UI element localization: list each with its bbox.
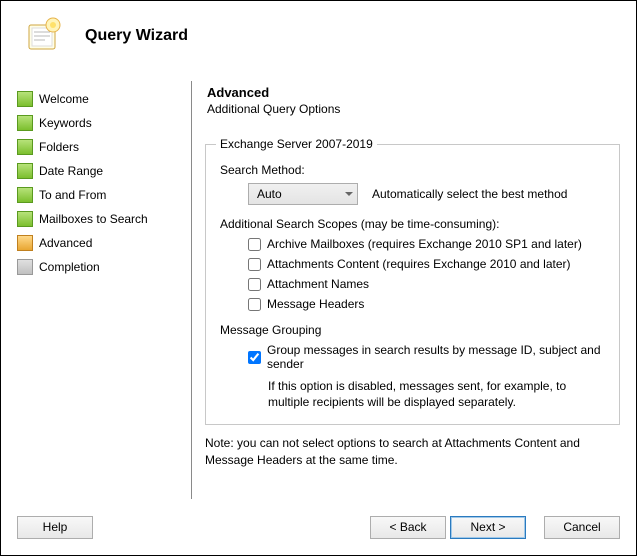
scope-message-headers[interactable]: Message Headers: [248, 297, 605, 311]
step-done-icon: [17, 115, 33, 131]
sidebar: Welcome Keywords Folders Date Range To a…: [1, 81, 189, 499]
footnote: Note: you can not select options to sear…: [205, 435, 620, 469]
sidebar-item-label: Welcome: [39, 92, 89, 106]
step-current-icon: [17, 235, 33, 251]
scope-archive-mailboxes[interactable]: Archive Mailboxes (requires Exchange 201…: [248, 237, 605, 251]
sidebar-item-label: To and From: [39, 188, 106, 202]
search-method-hint: Automatically select the best method: [372, 187, 567, 201]
exchange-group-box: Exchange Server 2007-2019 Search Method:…: [205, 144, 620, 425]
scope-label: Attachments Content (requires Exchange 2…: [267, 257, 571, 271]
scopes-label: Additional Search Scopes (may be time-co…: [220, 217, 605, 231]
wizard-title: Query Wizard: [85, 27, 188, 45]
grouping-option-label: Group messages in search results by mess…: [267, 343, 605, 371]
sidebar-item-label: Keywords: [39, 116, 92, 130]
scope-checkbox[interactable]: [248, 258, 261, 271]
sidebar-item-label: Folders: [39, 140, 79, 154]
sidebar-item-date-range[interactable]: Date Range: [17, 159, 189, 183]
sidebar-item-advanced[interactable]: Advanced: [17, 231, 189, 255]
next-button[interactable]: Next >: [450, 516, 526, 539]
help-button[interactable]: Help: [17, 516, 93, 539]
search-method-label: Search Method:: [220, 163, 605, 177]
step-pending-icon: [17, 259, 33, 275]
sidebar-item-label: Completion: [39, 260, 100, 274]
step-done-icon: [17, 163, 33, 179]
group-box-title: Exchange Server 2007-2019: [216, 137, 377, 151]
sidebar-item-folders[interactable]: Folders: [17, 135, 189, 159]
scope-checkbox[interactable]: [248, 298, 261, 311]
sidebar-item-label: Date Range: [39, 164, 103, 178]
scope-label: Message Headers: [267, 297, 364, 311]
sidebar-item-mailboxes[interactable]: Mailboxes to Search: [17, 207, 189, 231]
wizard-header: Query Wizard: [1, 1, 636, 75]
sidebar-item-keywords[interactable]: Keywords: [17, 111, 189, 135]
scope-attachments-content[interactable]: Attachments Content (requires Exchange 2…: [248, 257, 605, 271]
sidebar-item-completion[interactable]: Completion: [17, 255, 189, 279]
page-title: Advanced: [205, 85, 620, 100]
scope-label: Archive Mailboxes (requires Exchange 201…: [267, 237, 582, 251]
grouping-note: If this option is disabled, messages sen…: [220, 377, 605, 410]
wizard-icon: [25, 17, 63, 55]
step-done-icon: [17, 187, 33, 203]
page-subtitle: Additional Query Options: [205, 102, 620, 116]
scope-label: Attachment Names: [267, 277, 369, 291]
sidebar-item-to-from[interactable]: To and From: [17, 183, 189, 207]
search-method-value: Auto: [257, 187, 282, 201]
grouping-label: Message Grouping: [220, 323, 605, 337]
sidebar-item-label: Mailboxes to Search: [39, 212, 148, 226]
sidebar-item-welcome[interactable]: Welcome: [17, 87, 189, 111]
scope-checkbox[interactable]: [248, 278, 261, 291]
step-done-icon: [17, 211, 33, 227]
cancel-button[interactable]: Cancel: [544, 516, 620, 539]
back-button[interactable]: < Back: [370, 516, 446, 539]
step-done-icon: [17, 91, 33, 107]
chevron-down-icon: [345, 192, 353, 196]
scope-checkbox[interactable]: [248, 238, 261, 251]
grouping-checkbox[interactable]: [248, 351, 261, 364]
search-method-select[interactable]: Auto: [248, 183, 358, 205]
sidebar-item-label: Advanced: [39, 236, 92, 250]
step-done-icon: [17, 139, 33, 155]
scope-attachment-names[interactable]: Attachment Names: [248, 277, 605, 291]
button-bar: Help < Back Next > Cancel: [1, 499, 636, 555]
main-content: Advanced Additional Query Options Exchan…: [189, 81, 636, 499]
grouping-option[interactable]: Group messages in search results by mess…: [248, 343, 605, 371]
